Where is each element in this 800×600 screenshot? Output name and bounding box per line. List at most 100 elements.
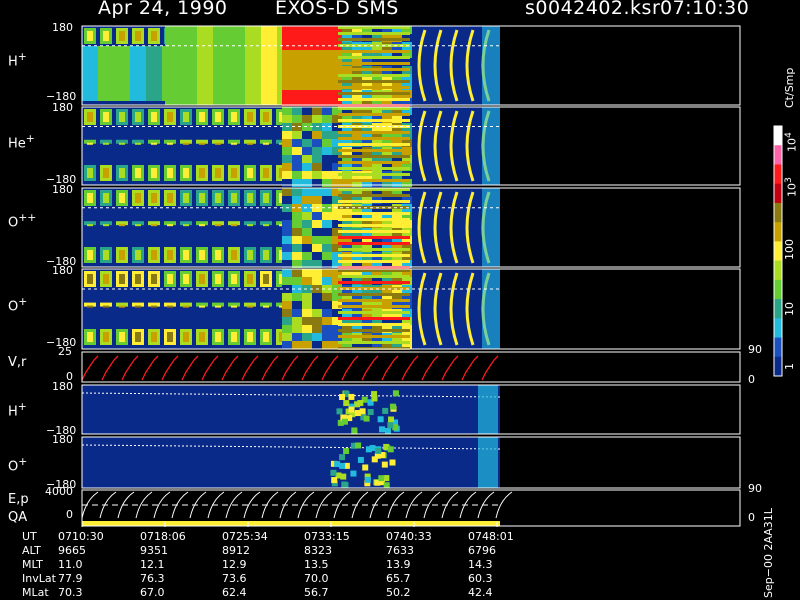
eph-cell: 0740:33 [386, 530, 432, 543]
block-cell [302, 317, 312, 325]
footer-code: Sep−00 2AA31L [762, 508, 775, 598]
arc-core [199, 224, 205, 227]
block-cell [312, 34, 322, 42]
sparse-cell [350, 470, 357, 477]
block-cell [282, 293, 292, 301]
block-cell [292, 301, 302, 309]
block-cell [302, 155, 312, 163]
block-cell [302, 26, 312, 34]
arc-core [103, 193, 109, 203]
sparse-cell [334, 461, 341, 468]
arc-core [167, 305, 173, 308]
arc-core [151, 224, 157, 227]
small-edge [478, 437, 498, 488]
arc-core [135, 142, 141, 145]
panel-label-vr: V,r [8, 355, 27, 370]
block-cell [282, 26, 292, 34]
block-cell [322, 333, 332, 341]
block-cell [302, 325, 312, 333]
arc-core [231, 193, 237, 203]
arc-core [103, 142, 109, 145]
arc-core [119, 112, 125, 122]
block-cell [282, 317, 292, 325]
eph-cell: 7633 [386, 544, 414, 557]
eph-cell: 73.6 [222, 572, 247, 585]
arc-core [135, 305, 141, 308]
block-cell [312, 212, 322, 220]
arc-core [151, 112, 157, 122]
eph-row-name-0: UT [22, 530, 37, 543]
tick-top-6: 180 [52, 433, 73, 446]
sparse-cell [348, 406, 355, 413]
colorbar-seg [774, 279, 782, 300]
colorbar-seg [774, 356, 782, 377]
block-cell [312, 139, 322, 147]
sparse-cell [365, 446, 372, 453]
fill-cell [114, 46, 130, 101]
right-tick-bottom-4: 0 [748, 373, 755, 386]
block-cell [282, 188, 292, 196]
arc-core [247, 168, 253, 178]
arc-core [263, 193, 269, 203]
fill-cell [98, 46, 114, 101]
sparse-cell [381, 461, 388, 468]
block-cell [312, 115, 322, 123]
arc-core [135, 31, 141, 41]
arc-core [183, 168, 189, 178]
tick-top-3: 180 [52, 264, 73, 277]
block-cell [282, 196, 292, 204]
arc-core [215, 142, 221, 145]
block-cell [282, 220, 292, 228]
sparse-cell [341, 418, 348, 425]
block-cell [282, 66, 292, 74]
block-cell [302, 228, 312, 236]
block-cell [312, 171, 322, 179]
arc-core [263, 168, 269, 178]
block-cell [292, 155, 302, 163]
arc-core [231, 224, 237, 227]
arc-core [167, 250, 173, 260]
sparse-cell [377, 416, 384, 423]
arc-core [151, 142, 157, 145]
block-cell [302, 212, 312, 220]
block-cell [322, 74, 332, 82]
small-panel-bg-0 [82, 385, 500, 434]
tick-top-7: 4000 [45, 485, 73, 498]
block-cell [302, 171, 312, 179]
eph-cell: 70.0 [304, 572, 329, 585]
edge-cell [482, 26, 500, 105]
arc-core [151, 305, 157, 308]
block-cell [302, 58, 312, 66]
eph-cell: 0725:34 [222, 530, 268, 543]
arc-core [103, 224, 109, 227]
stripe [338, 200, 410, 203]
block-cell [282, 179, 292, 187]
block-cell [292, 179, 302, 187]
arc-core [103, 31, 109, 41]
right-tick-top-7: 90 [748, 482, 762, 495]
sparse-cell [388, 416, 395, 423]
block-cell [322, 317, 332, 325]
block-cell [302, 301, 312, 309]
sparse-cell [357, 400, 364, 407]
edge-cell [482, 107, 500, 185]
colorbar-tick-1e4: 104 [783, 132, 799, 152]
sparse-cell [330, 469, 337, 476]
spectrogram-plot [81, 25, 783, 527]
bright-cell [213, 26, 229, 105]
arc-core [103, 250, 109, 260]
panel-label-o-plusplus: O++ [8, 211, 37, 231]
fill-cell [130, 46, 146, 101]
block-cell [282, 341, 292, 349]
arc-core [215, 112, 221, 122]
stripe [338, 323, 410, 326]
block-cell [302, 179, 312, 187]
eph-row-name-3: InvLat [22, 572, 56, 585]
sparse-cell [383, 482, 390, 489]
block-cell [322, 66, 332, 74]
arc-core [87, 193, 93, 203]
arc-core [247, 112, 253, 122]
block-cell [292, 171, 302, 179]
arc-core [215, 224, 221, 227]
block-cell [312, 333, 322, 341]
